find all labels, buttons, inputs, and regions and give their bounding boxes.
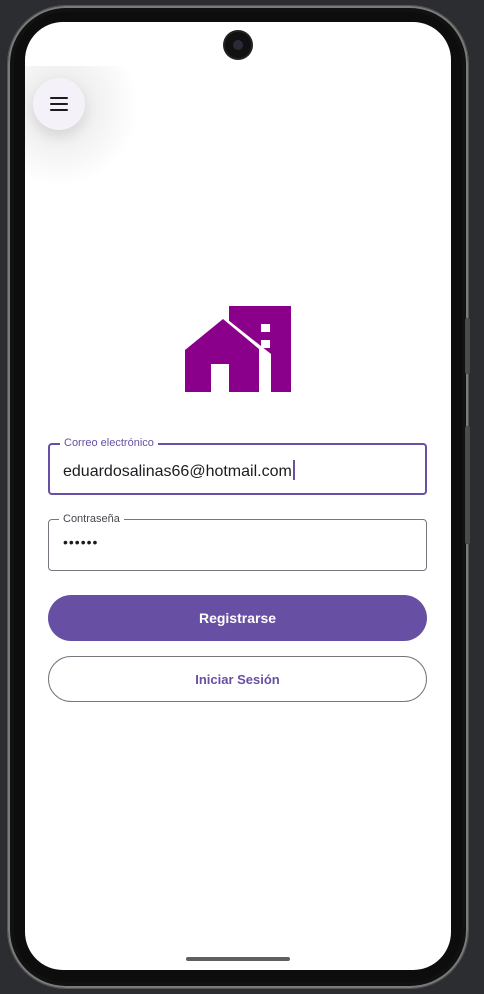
app-screen: Correo electrónico eduardosalinas66@hotm… (25, 22, 451, 970)
email-value: eduardosalinas66@hotmail.com (63, 463, 292, 480)
menu-button[interactable] (33, 78, 85, 130)
volume-button (465, 318, 470, 374)
house-building-logo (185, 306, 291, 392)
power-button (465, 426, 470, 544)
hamburger-menu-icon (50, 97, 68, 111)
text-cursor (292, 460, 295, 480)
register-button[interactable]: Registrarse (48, 595, 427, 641)
login-button[interactable]: Iniciar Sesión (48, 656, 427, 702)
password-value: •••••• (63, 534, 99, 550)
front-camera (225, 32, 251, 58)
email-field[interactable]: Correo electrónico eduardosalinas66@hotm… (48, 436, 427, 495)
password-label: Contraseña (59, 512, 124, 526)
email-label: Correo electrónico (60, 436, 158, 450)
home-indicator[interactable] (186, 957, 290, 961)
password-field[interactable]: Contraseña •••••• (48, 512, 427, 571)
